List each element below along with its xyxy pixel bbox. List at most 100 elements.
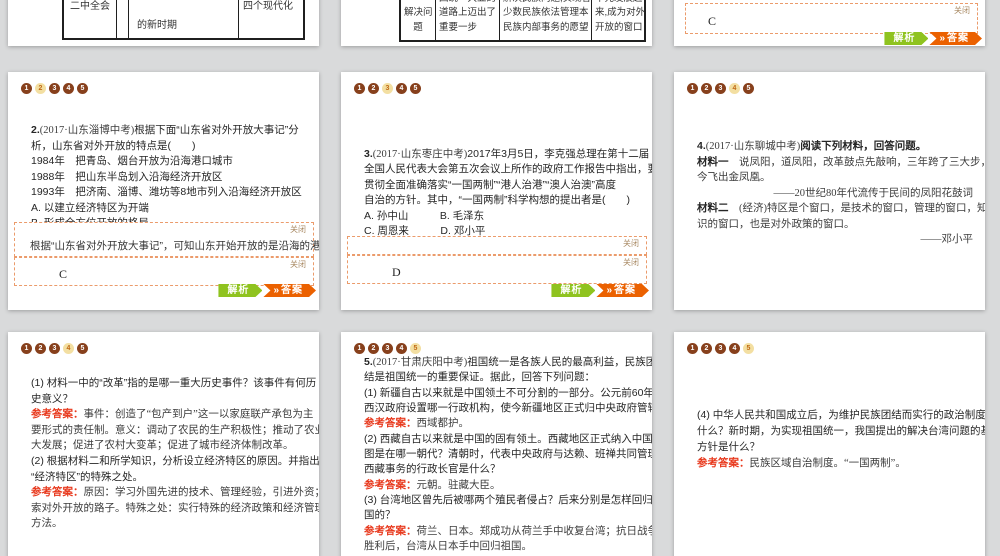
pagination-dot-3[interactable]: 3 <box>382 343 393 354</box>
slide-buttons: 解析 »答案 <box>218 284 316 297</box>
close-link[interactable]: 关闭 <box>954 5 970 16</box>
chevron-icon: » <box>606 285 613 296</box>
text-line: (1) 材料一中的“改革”指的是哪一重大历史事件？该事件有何历 <box>31 376 317 392</box>
summary-table-fragment: 解决问题 国统一大业的道路上迈出了重要一步 解决民族问题,实现各少数民族依法管理… <box>399 0 646 42</box>
text-line: 索对外开放的路子。特殊之处：实行特殊的经济政策和经济管理 <box>31 501 319 517</box>
text-line: 参考答案：民族区域自治制度。“一国两制”。 <box>697 455 983 472</box>
close-link[interactable]: 关闭 <box>623 238 639 249</box>
answer-letter: D <box>392 265 401 279</box>
pagination-dot-4[interactable]: 4 <box>63 83 74 94</box>
close-link[interactable]: 关闭 <box>290 224 306 235</box>
text-line: 图是在哪一朝代？清朝时，代表中央政府与达赖、班禅共同管理 <box>364 447 652 462</box>
answer-popup: 关闭 C <box>685 3 978 34</box>
text-line: (1) 新疆自古以来就是中国领土不可分割的一部分。公元前60年， <box>364 386 652 401</box>
text-segment: 国统一大业的 <box>439 0 496 4</box>
answer-button[interactable]: »答案 <box>929 32 982 45</box>
text-line: ——20世纪80年代流传于民间的凤阳花鼓词 <box>697 186 983 202</box>
pagination-dot-5[interactable]: 5 <box>743 343 754 354</box>
text-segment: 史意义？ <box>31 392 73 405</box>
text-segment: 图是在哪一朝代？清朝时，代表中央政府与达赖、班禅共同管理 <box>364 448 652 461</box>
pagination-dot-3[interactable]: 3 <box>49 83 60 94</box>
pagination-dot-1[interactable]: 1 <box>21 83 32 94</box>
pagination-dot-4[interactable]: 4 <box>63 343 74 354</box>
close-link[interactable]: 关闭 <box>290 259 306 270</box>
text-segment: “经济特区”的特殊之处。 <box>31 470 143 483</box>
text-segment: 民族内部事务的愿望 <box>503 21 589 33</box>
slide-question-2: 12345 2.(2017·山东淄博中考)根据下面“山东省对外开放大事记”分 析，… <box>8 72 319 310</box>
text-segment: 胜利后，台湾从日本手中回归祖国。 <box>364 541 532 553</box>
text-line: (2) 西藏自古以来就是中国的固有领土。西藏地区正式纳入中国版 <box>364 432 652 447</box>
pagination-dot-4[interactable]: 4 <box>396 343 407 354</box>
text-segment: 贯彻全面准确落实“一国两制”“港人治港”“澳人治澳”高度 <box>364 178 616 191</box>
text-line: 析，山东省对外开放的特点是( ) <box>31 139 317 155</box>
answer-button[interactable]: »答案 <box>263 284 316 297</box>
text-segment: (1) 新疆自古以来就是中国领土不可分割的一部分。公元前60年， <box>364 386 652 399</box>
pagination-dot-1[interactable]: 1 <box>354 83 365 94</box>
pagination-dot-5[interactable]: 5 <box>410 83 421 94</box>
slide-question-5-continued: 12345 (4) 中华人民共和国成立后，为维护民族团结而实行的政治制度是 什么？… <box>674 332 985 556</box>
pagination-dot-3[interactable]: 3 <box>49 343 60 354</box>
text-segment: 参考答案： <box>364 417 417 430</box>
text-segment: 析，山东省对外开放的特点是( ) <box>31 139 196 152</box>
pagination-dot-4[interactable]: 4 <box>729 83 740 94</box>
pagination-dot-5[interactable]: 5 <box>410 343 421 354</box>
text-segment: 2. <box>31 124 40 136</box>
analysis-button[interactable]: 解析 <box>551 284 595 297</box>
text-line: (3) 台湾地区曾先后被哪两个殖民者侵占？后来分别是怎样回归祖 <box>364 493 652 508</box>
answer-button-label: 答案 <box>947 33 969 44</box>
pagination-dot-1[interactable]: 1 <box>687 343 698 354</box>
pagination-dot-4[interactable]: 4 <box>396 83 407 94</box>
summary-table-fragment: 二中全会 的新时期 四个现代化 <box>62 0 305 40</box>
pagination-dot-3[interactable]: 3 <box>382 83 393 94</box>
answer-letter: C <box>708 14 717 28</box>
text-segment: 来,成为对外 <box>595 7 646 18</box>
pagination-dot-2[interactable]: 2 <box>701 83 712 94</box>
text-segment: 4. <box>697 140 706 152</box>
text-segment: 大发展；促进了农村大变革；促进了城市经济体制改革。 <box>31 440 294 452</box>
pagination-dot-2[interactable]: 2 <box>368 343 379 354</box>
text-line: 开放的窗口 <box>595 21 645 36</box>
text-segment: (3) 台湾地区曾先后被哪两个殖民者侵占？后来分别是怎样回归祖 <box>364 494 652 507</box>
slide-pagination: 12345 <box>687 343 754 354</box>
text-line: 4.(2017·山东聊城中考)阅读下列材料，回答问题。 <box>697 139 983 155</box>
pagination-dot-2[interactable]: 2 <box>35 83 46 94</box>
text-segment: 重要一步 <box>439 21 478 33</box>
answer-button-label: 答案 <box>281 285 303 296</box>
analysis-popup: 关闭 <box>347 236 647 255</box>
answer-popup: 关闭 D <box>347 255 647 284</box>
text-segment: 1993年 把济南、淄博、潍坊等8地市列入沿海经济开放区 <box>31 186 302 198</box>
text-segment: ——20世纪80年代流传于民间的凤阳花鼓词 <box>773 187 974 199</box>
text-line: 3.(2017·山东枣庄中考)2017年3月5日，李克强总理在第十二届 <box>364 147 650 162</box>
analysis-button[interactable]: 解析 <box>884 32 928 45</box>
text-segment: 元朝。驻藏大臣。 <box>416 479 501 491</box>
pagination-dot-1[interactable]: 1 <box>687 83 698 94</box>
text-line: 解决问 <box>404 6 433 21</box>
text-segment: 原因：学习外国先进的技术、管理经验，引进外资；探 <box>83 487 320 499</box>
pagination-dot-2[interactable]: 2 <box>701 343 712 354</box>
text-segment: (2) 根据材料二和所学知识，分析设立经济特区的原因。并指出 <box>31 454 319 467</box>
text-line: 参考答案：事件：创造了“包产到户”这一以家庭联产承包为主 <box>31 407 317 423</box>
analysis-button[interactable]: 解析 <box>218 284 262 297</box>
close-link[interactable]: 关闭 <box>623 257 639 268</box>
text-segment: 题 <box>413 21 423 33</box>
pagination-dot-2[interactable]: 2 <box>35 343 46 354</box>
question-text: 3.(2017·山东枣庄中考)2017年3月5日，李克强总理在第十二届 全国人民代… <box>364 147 652 239</box>
pagination-dot-1[interactable]: 1 <box>354 343 365 354</box>
pagination-dot-5[interactable]: 5 <box>77 343 88 354</box>
pagination-dot-2[interactable]: 2 <box>368 83 379 94</box>
slide-pagination: 12345 <box>354 343 421 354</box>
answer-button[interactable]: »答案 <box>596 284 649 297</box>
text-line: A. 孙中山 B. 毛泽东 <box>364 209 650 224</box>
pagination-dot-5[interactable]: 5 <box>743 83 754 94</box>
pagination-dot-4[interactable]: 4 <box>729 343 740 354</box>
text-line: 2.(2017·山东淄博中考)根据下面“山东省对外开放大事记”分 <box>31 123 317 139</box>
text-segment: 说凤阳，道凤阳，改革鼓点先敲响，三年跨了三大步，如 <box>728 156 985 168</box>
text-segment: 识的窗口，也是对外政策的窗口。 <box>697 218 855 230</box>
text-line: 要形式的责任制。意义：调动了农民的生产积极性；推动了农业 <box>31 423 319 439</box>
table-cell: 四个现代化 <box>238 0 303 38</box>
question-text: 5.(2017·甘肃庆阳中考)祖国统一是各族人民的最高利益，民族团 结是祖国统一的… <box>364 355 652 554</box>
pagination-dot-1[interactable]: 1 <box>21 343 32 354</box>
pagination-dot-3[interactable]: 3 <box>715 343 726 354</box>
pagination-dot-3[interactable]: 3 <box>715 83 726 94</box>
pagination-dot-5[interactable]: 5 <box>77 83 88 94</box>
